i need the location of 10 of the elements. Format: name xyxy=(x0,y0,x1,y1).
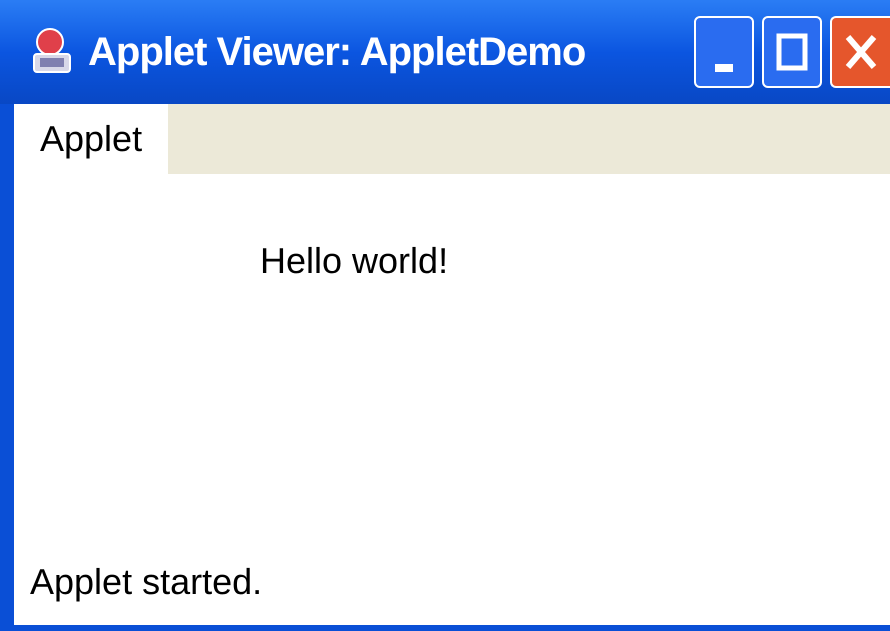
minimize-icon xyxy=(715,64,733,72)
maximize-button[interactable] xyxy=(762,16,822,88)
close-icon xyxy=(844,33,878,71)
menu-item[interactable]: Applet xyxy=(14,104,168,174)
maximize-icon xyxy=(776,33,808,71)
status-text: Applet started. xyxy=(30,560,264,604)
window-title: Applet Viewer: AppletDemo xyxy=(88,29,586,76)
minimize-button[interactable] xyxy=(694,16,754,88)
close-button[interactable] xyxy=(830,16,890,88)
applet-text: Hello world! xyxy=(260,239,448,283)
